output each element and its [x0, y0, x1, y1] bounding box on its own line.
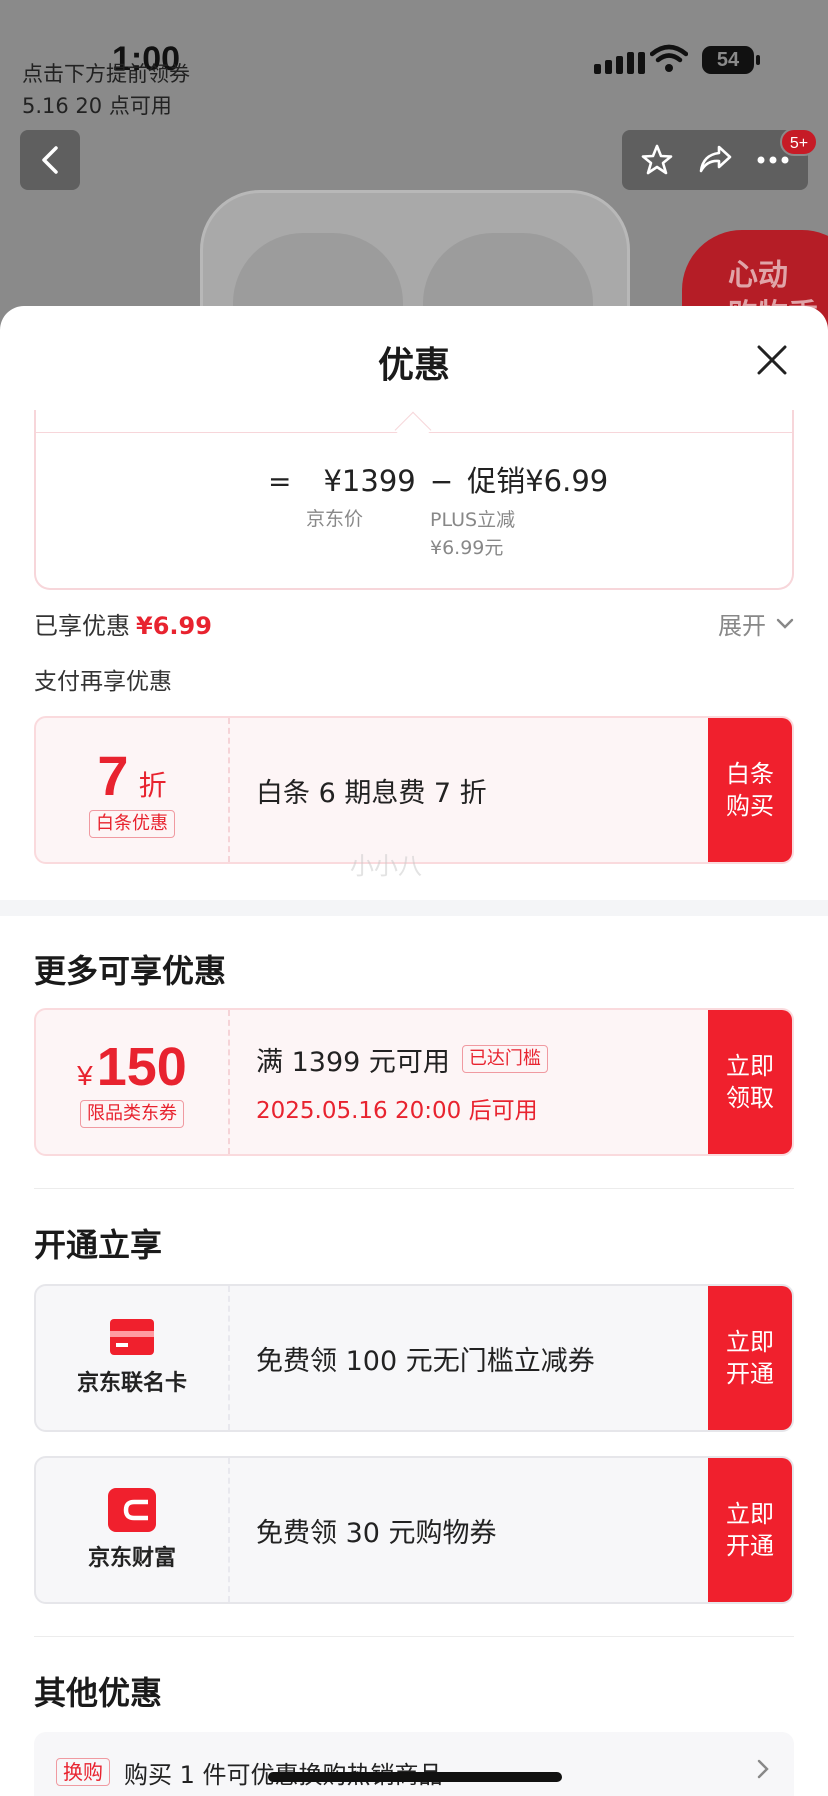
jd-wealth-name: 京东财富 — [87, 1546, 176, 1571]
jd-price: ¥1399 — [323, 464, 416, 498]
wifi-icon — [650, 44, 688, 72]
pay-more-label: 支付再享优惠 — [34, 669, 172, 695]
baitiao-desc: 白条 6 期息费 7 折 — [256, 777, 487, 809]
jd-cobrand-card: 京东联名卡 免费领 100 元无门槛立减券 立即 开通 — [34, 1284, 794, 1432]
other-discounts-title: 其他优惠 — [34, 1674, 163, 1712]
section-divider — [0, 900, 828, 916]
open-enjoy-title: 开通立享 — [34, 1226, 163, 1264]
open-wealth-button[interactable]: 立即 开通 — [708, 1458, 792, 1602]
close-icon — [757, 345, 787, 375]
share-icon — [699, 145, 732, 173]
coupon-150: ¥150 限品类东券 满 1399 元可用 已达门槛 2025.05.16 20… — [34, 1008, 794, 1156]
chevron-right-icon — [757, 1759, 769, 1779]
divider-line — [34, 1636, 794, 1637]
coupon-150-amount: ¥150 限品类东券 — [36, 1010, 230, 1154]
open-cobrand-card-button[interactable]: 立即 开通 — [708, 1286, 792, 1430]
enjoyed-discount: 已享优惠 ¥6.99 — [34, 612, 212, 640]
cellular-signal-icon — [594, 52, 645, 74]
discount-sheet: 优惠 = ¥1399 − 促销 ¥6.99 京东价 PLUS立减 ¥6.99元 … — [0, 306, 828, 1796]
threshold-tag: 已达门槛 — [461, 1045, 548, 1073]
jd-cobrand-card-desc: 免费领 100 元无门槛立减券 — [256, 1345, 595, 1377]
price-formula: = ¥1399 − 促销 ¥6.99 — [268, 464, 609, 498]
jd-wealth-desc: 免费领 30 元购物券 — [256, 1517, 497, 1549]
jd-cobrand-card-name: 京东联名卡 — [76, 1371, 187, 1396]
claim-coupon-button[interactable]: 立即 领取 — [708, 1010, 792, 1154]
more-dots-icon — [757, 156, 789, 164]
expand-toggle[interactable]: 展开 — [718, 606, 794, 641]
presale-notice: 点击下方提前领券 5.16 20 点可用 — [22, 62, 190, 118]
coupon-150-condition: 满 1399 元可用 — [256, 1046, 450, 1078]
home-indicator — [268, 1772, 562, 1782]
star-icon — [641, 144, 673, 175]
baitiao-tag: 白条优惠 — [89, 809, 175, 838]
divider-line — [34, 1188, 794, 1189]
notification-badge: 5+ — [780, 128, 818, 156]
share-button[interactable] — [693, 138, 737, 182]
wallet-icon — [108, 1488, 156, 1532]
back-button[interactable] — [20, 130, 80, 190]
battery-icon: 54 — [702, 46, 760, 74]
sheet-title: 优惠 — [377, 345, 450, 386]
coupon-150-tag: 限品类东券 — [80, 1100, 184, 1128]
price-calculation: = ¥1399 − 促销 ¥6.99 京东价 PLUS立减 ¥6.99元 — [34, 410, 794, 590]
exchange-offer-row[interactable]: 换购 购买 1 件可优惠换购热销商品 — [34, 1732, 794, 1796]
promo-caption: PLUS立减 ¥6.99元 — [430, 509, 516, 559]
coupon-150-time: 2025.05.16 20:00 后可用 — [256, 1097, 538, 1124]
credit-card-icon — [110, 1319, 154, 1355]
favorite-button[interactable] — [635, 138, 679, 182]
jd-cobrand-card-brand: 京东联名卡 — [36, 1286, 230, 1430]
exchange-tag: 换购 — [56, 1758, 110, 1786]
jd-price-caption: 京东价 — [306, 508, 364, 530]
close-button[interactable] — [754, 342, 790, 378]
promo-price: ¥6.99 — [525, 464, 609, 498]
watermark: 小小八 — [350, 852, 422, 880]
chevron-down-icon — [776, 618, 794, 629]
chevron-left-icon — [42, 146, 58, 174]
jd-wealth-brand: 京东财富 — [36, 1458, 230, 1602]
more-discounts-title: 更多可享优惠 — [34, 952, 227, 990]
sheet-header: 优惠 — [0, 306, 828, 410]
baitiao-coupon: 7折 白条优惠 白条 6 期息费 7 折 白条 购买 — [34, 716, 794, 864]
baitiao-discount: 7折 白条优惠 — [36, 718, 230, 862]
jd-wealth-card: 京东财富 免费领 30 元购物券 立即 开通 — [34, 1456, 794, 1604]
enjoyed-discount-value: ¥6.99 — [136, 612, 212, 640]
baitiao-buy-button[interactable]: 白条 购买 — [708, 718, 792, 862]
